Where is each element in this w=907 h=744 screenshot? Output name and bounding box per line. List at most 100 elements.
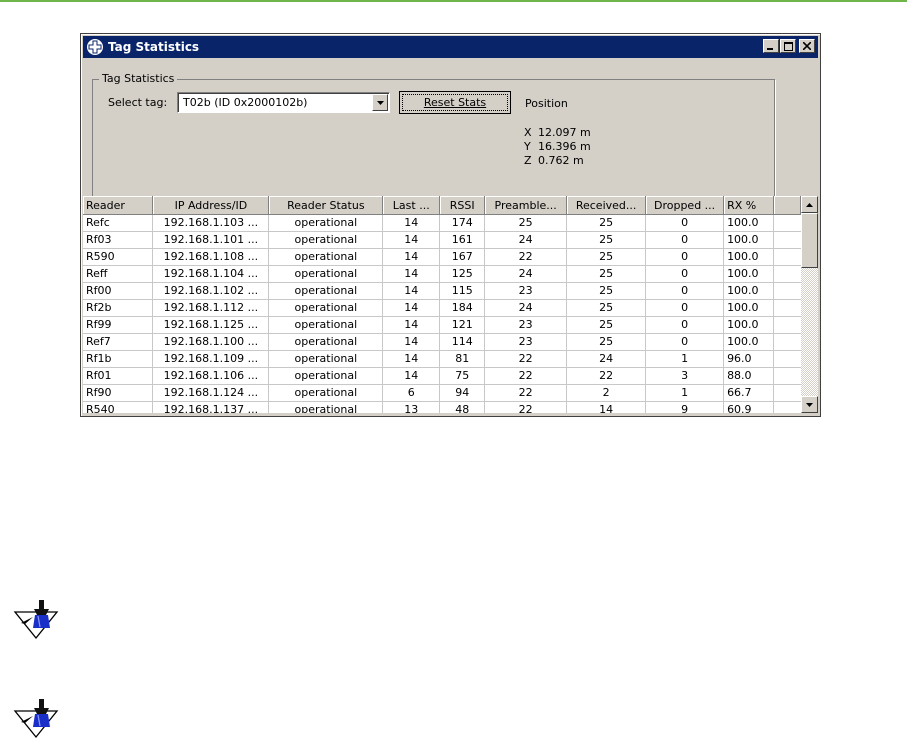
cell-preamble: 22 xyxy=(484,384,568,402)
table-row[interactable]: Rf00 192.168.1.102 ... operational 14 115 23 2… xyxy=(83,282,801,300)
cell-reader: Rf01 xyxy=(83,367,154,385)
cell-filler xyxy=(773,265,801,283)
cell-received: 25 xyxy=(566,299,647,317)
cell-filler xyxy=(773,231,801,249)
table-row[interactable]: Rf03 192.168.1.101 ... operational 14 161 24 2… xyxy=(83,231,801,249)
cell-reader: Rf99 xyxy=(83,316,154,334)
cell-rx: 100.0 xyxy=(723,231,775,249)
column-header-status[interactable]: Reader Status xyxy=(268,196,384,215)
cell-rx: 66.7 xyxy=(723,384,775,402)
pushpin-note-icon xyxy=(13,699,59,739)
cell-rssi: 184 xyxy=(439,299,486,317)
scroll-thumb[interactable] xyxy=(801,213,818,268)
cell-status: operational xyxy=(268,231,384,249)
cell-ip: 192.168.1.109 ... xyxy=(152,350,270,368)
column-header-ip[interactable]: IP Address/ID xyxy=(152,196,270,215)
cell-reader: Rf1b xyxy=(83,350,154,368)
cell-filler xyxy=(773,333,801,351)
scroll-up-button[interactable] xyxy=(801,196,818,213)
table-row[interactable]: Rf1b 192.168.1.109 ... operational 14 81 22 24… xyxy=(83,350,801,368)
cell-rx: 100.0 xyxy=(723,333,775,351)
vertical-scrollbar[interactable] xyxy=(801,196,818,413)
axis-value: 16.396 m xyxy=(538,140,591,153)
tag-select-combobox[interactable]: T02b (ID 0x2000102b) xyxy=(177,92,390,113)
cell-reader: Rf00 xyxy=(83,282,154,300)
selected-tag-value: T02b (ID 0x2000102b) xyxy=(183,96,308,109)
cell-last: 14 xyxy=(382,333,441,351)
cell-reader: Ref7 xyxy=(83,333,154,351)
reader-stats-grid[interactable]: Reader IP Address/ID Reader Status Last … xyxy=(83,196,801,413)
cell-received: 25 xyxy=(566,282,647,300)
maximize-button[interactable] xyxy=(780,39,796,53)
cell-received: 25 xyxy=(566,265,647,283)
cell-received: 25 xyxy=(566,214,647,232)
cell-rx: 96.0 xyxy=(723,350,775,368)
cell-preamble: 22 xyxy=(484,248,568,266)
cell-preamble: 25 xyxy=(484,214,568,232)
cell-status: operational xyxy=(268,367,384,385)
cell-preamble: 24 xyxy=(484,299,568,317)
cell-dropped: 0 xyxy=(645,316,725,334)
cell-filler xyxy=(773,299,801,317)
column-header-dropped[interactable]: Dropped ... xyxy=(645,196,725,215)
position-y: Y 16.396 m xyxy=(524,140,591,153)
cell-ip: 192.168.1.103 ... xyxy=(152,214,270,232)
tag-statistics-window: Tag Statistics Tag Statistics Select tag… xyxy=(80,33,821,417)
cell-filler xyxy=(773,214,801,232)
axis-value: 0.762 m xyxy=(538,154,584,167)
minimize-button[interactable] xyxy=(763,39,779,53)
cell-received: 14 xyxy=(566,401,647,413)
table-row[interactable]: Reff 192.168.1.104 ... operational 14 125 24 2… xyxy=(83,265,801,283)
table-row[interactable]: Rf01 192.168.1.106 ... operational 14 75 22 22… xyxy=(83,367,801,385)
table-row[interactable]: R540 192.168.1.137 ... operational 13 48 22 14… xyxy=(83,401,801,413)
cell-ip: 192.168.1.106 ... xyxy=(152,367,270,385)
cell-last: 14 xyxy=(382,282,441,300)
reset-stats-label: Reset Stats xyxy=(402,94,508,111)
column-header-received[interactable]: Received... xyxy=(566,196,647,215)
cell-dropped: 0 xyxy=(645,265,725,283)
cell-dropped: 1 xyxy=(645,350,725,368)
reset-stats-button[interactable]: Reset Stats xyxy=(399,91,511,114)
table-row[interactable]: Rf2b 192.168.1.112 ... operational 14 184 24 2… xyxy=(83,299,801,317)
cell-status: operational xyxy=(268,265,384,283)
cell-rx: 100.0 xyxy=(723,316,775,334)
column-header-rssi[interactable]: RSSI xyxy=(439,196,486,215)
cell-last: 14 xyxy=(382,316,441,334)
column-header-preamble[interactable]: Preamble... xyxy=(484,196,568,215)
table-row[interactable]: Ref7 192.168.1.100 ... operational 14 114 23 2… xyxy=(83,333,801,351)
cell-ip: 192.168.1.112 ... xyxy=(152,299,270,317)
cell-dropped: 9 xyxy=(645,401,725,413)
cell-rx: 100.0 xyxy=(723,282,775,300)
scroll-down-button[interactable] xyxy=(801,396,818,413)
cell-rssi: 81 xyxy=(439,350,486,368)
cell-dropped: 0 xyxy=(645,299,725,317)
column-header-reader[interactable]: Reader xyxy=(83,196,154,215)
table-row[interactable]: R590 192.168.1.108 ... operational 14 167 22 2… xyxy=(83,248,801,266)
table-row[interactable]: Rf90 192.168.1.124 ... operational 6 94 22 2 1 6… xyxy=(83,384,801,402)
cell-last: 14 xyxy=(382,231,441,249)
combo-dropdown-button[interactable] xyxy=(372,94,388,111)
table-row[interactable]: Rf99 192.168.1.125 ... operational 14 121 23 2… xyxy=(83,316,801,334)
cell-filler xyxy=(773,316,801,334)
column-header-rx[interactable]: RX % xyxy=(723,196,775,215)
maximize-icon xyxy=(783,41,793,51)
table-row[interactable]: Refc 192.168.1.103 ... operational 14 174 25 2… xyxy=(83,214,801,232)
cell-filler xyxy=(773,350,801,368)
cell-rssi: 161 xyxy=(439,231,486,249)
cell-preamble: 22 xyxy=(484,401,568,413)
select-tag-label: Select tag: xyxy=(108,96,168,109)
cell-last: 13 xyxy=(382,401,441,413)
cell-filler xyxy=(773,367,801,385)
cell-reader: Rf03 xyxy=(83,231,154,249)
cell-dropped: 0 xyxy=(645,333,725,351)
arrow-down-icon xyxy=(806,402,813,407)
cell-rssi: 121 xyxy=(439,316,486,334)
cell-status: operational xyxy=(268,401,384,413)
cell-rx: 60.9 xyxy=(723,401,775,413)
cell-rx: 100.0 xyxy=(723,265,775,283)
close-button[interactable] xyxy=(799,39,815,53)
column-header-last[interactable]: Last ... xyxy=(382,196,441,215)
title-bar[interactable]: Tag Statistics xyxy=(83,36,818,58)
position-z: Z 0.762 m xyxy=(524,154,584,167)
group-legend: Tag Statistics xyxy=(99,72,178,85)
